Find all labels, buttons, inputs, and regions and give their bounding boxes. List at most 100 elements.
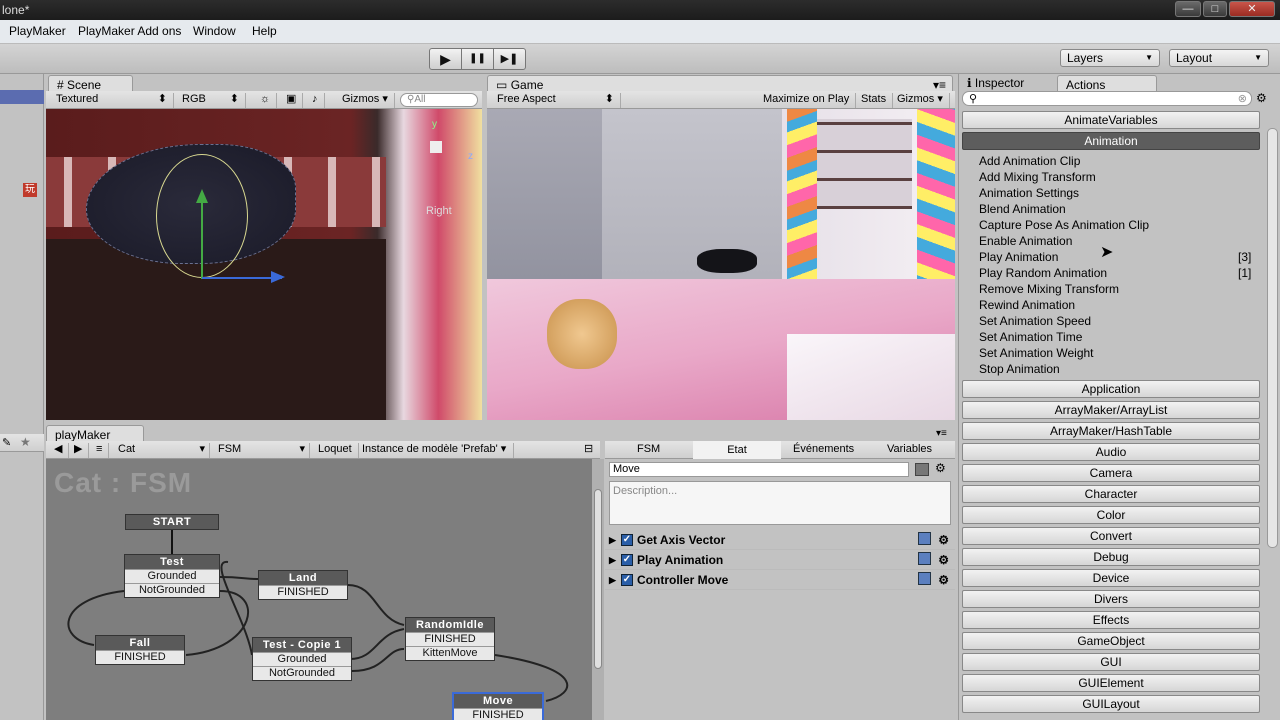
expand-triangle-icon[interactable]: ▶: [609, 550, 616, 570]
action-item[interactable]: Remove Mixing Transform: [979, 281, 1119, 297]
step-button[interactable]: ▶❚: [493, 48, 526, 70]
fsm-node-fall[interactable]: Fall FINISHED: [95, 635, 185, 665]
gear-icon[interactable]: ⚙: [938, 570, 949, 590]
play-button[interactable]: ▶: [429, 48, 462, 70]
description-field[interactable]: Description...: [609, 481, 951, 525]
light-toggle-icon[interactable]: ☼: [254, 93, 278, 108]
category-item[interactable]: Debug: [962, 548, 1260, 566]
category-item[interactable]: Device: [962, 569, 1260, 587]
action-item[interactable]: Add Mixing Transform: [979, 169, 1096, 185]
scene-search-input[interactable]: ⚲All: [400, 93, 478, 107]
category-item[interactable]: ArrayMaker/ArrayList: [962, 401, 1260, 419]
state-name-field[interactable]: Move: [609, 462, 909, 477]
category-item[interactable]: Camera: [962, 464, 1260, 482]
action-item[interactable]: Stop Animation: [979, 361, 1060, 377]
lock-toggle[interactable]: Loquet: [312, 443, 359, 458]
event-notgrounded[interactable]: NotGrounded: [125, 583, 219, 597]
event-grounded[interactable]: Grounded: [125, 569, 219, 583]
expand-triangle-icon[interactable]: ▶: [609, 570, 616, 590]
action-item[interactable]: Enable Animation: [979, 233, 1072, 249]
stats-toggle[interactable]: Stats: [855, 93, 894, 108]
category-item[interactable]: Effects: [962, 611, 1260, 629]
action-item[interactable]: Set Animation Time: [979, 329, 1082, 345]
forward-arrow-icon[interactable]: ▶: [68, 443, 90, 458]
back-arrow-icon[interactable]: ◀: [48, 443, 70, 458]
category-item[interactable]: Audio: [962, 443, 1260, 461]
prefab-dropdown[interactable]: Instance de modèle 'Prefab' ▾: [356, 443, 514, 458]
checkbox-icon[interactable]: ✓: [621, 554, 633, 566]
tab-variables[interactable]: Variables: [887, 443, 932, 455]
layout-dropdown[interactable]: Layout ▼: [1169, 49, 1269, 67]
maximize-on-play-toggle[interactable]: Maximize on Play: [757, 93, 857, 108]
menu-playmaker-addons[interactable]: PlayMaker Add ons: [78, 24, 181, 38]
arrow-right-icon[interactable]: [271, 271, 285, 283]
gear-icon[interactable]: ⚙: [938, 530, 949, 550]
action-item[interactable]: Animation Settings: [979, 185, 1079, 201]
category-item[interactable]: GUI: [962, 653, 1260, 671]
category-item[interactable]: GameObject: [962, 632, 1260, 650]
scrollbar-thumb[interactable]: [594, 489, 602, 669]
minimize-button[interactable]: —: [1175, 1, 1201, 17]
clear-search-icon[interactable]: ⊗: [1238, 92, 1247, 105]
help-book-icon[interactable]: [918, 552, 931, 565]
gizmo-x-axis[interactable]: [202, 277, 282, 279]
event-kittenmove[interactable]: KittenMove: [406, 646, 494, 660]
action-item[interactable]: Add Animation Clip: [979, 153, 1080, 169]
action-item[interactable]: Set Animation Weight: [979, 345, 1094, 361]
event-finished[interactable]: FINISHED: [96, 650, 184, 664]
fsm-node-test[interactable]: Test Grounded NotGrounded: [124, 554, 220, 598]
event-finished[interactable]: FINISHED: [259, 585, 347, 599]
panel-menu-icon[interactable]: ▾≡: [936, 428, 947, 439]
tab-game[interactable]: Game: [511, 78, 544, 92]
fsm-node-test-copie[interactable]: Test - Copie 1 Grounded NotGrounded: [252, 637, 352, 681]
gameobject-selector[interactable]: Cat ▾: [112, 443, 210, 458]
gear-icon[interactable]: ⚙: [938, 550, 949, 570]
category-animation[interactable]: Animation: [962, 132, 1260, 150]
aspect-dropdown[interactable]: Free Aspect ⬍: [491, 93, 621, 108]
category-item[interactable]: Character: [962, 485, 1260, 503]
action-row[interactable]: ▶ ✓ Get Axis Vector ⚙: [605, 530, 955, 550]
action-item[interactable]: Capture Pose As Animation Clip: [979, 217, 1149, 233]
event-finished[interactable]: FINISHED: [406, 632, 494, 646]
tab-fsm[interactable]: FSM: [637, 443, 660, 455]
action-item[interactable]: Rewind Animation: [979, 297, 1075, 313]
category-item[interactable]: GUIElement: [962, 674, 1260, 692]
tab-etat[interactable]: Etat: [693, 441, 781, 459]
gear-icon[interactable]: ⚙: [1256, 91, 1267, 105]
pause-button[interactable]: ❚❚: [461, 48, 494, 70]
star-icon[interactable]: ★: [20, 435, 31, 449]
audio-toggle-icon[interactable]: ♪: [306, 93, 325, 108]
category-item[interactable]: Application: [962, 380, 1260, 398]
axis-orientation-gizmo[interactable]: y z Right: [408, 119, 473, 217]
scene-view[interactable]: y z Right: [46, 109, 482, 420]
fsm-node-randomidle[interactable]: RandomIdle FINISHED KittenMove: [405, 617, 495, 661]
maximize-button[interactable]: □: [1203, 1, 1227, 17]
event-finished[interactable]: FINISHED: [454, 708, 542, 720]
checkbox-icon[interactable]: ✓: [621, 574, 633, 586]
action-item[interactable]: Set Animation Speed: [979, 313, 1091, 329]
action-item[interactable]: Blend Animation: [979, 201, 1066, 217]
action-row[interactable]: ▶ ✓ Controller Move ⚙: [605, 570, 955, 590]
hierarchy-row-selected[interactable]: [0, 90, 44, 104]
actions-search-input[interactable]: ⚲ ⊗: [962, 91, 1252, 106]
close-button[interactable]: ✕: [1229, 1, 1275, 17]
tab-evenements[interactable]: Événements: [793, 443, 854, 455]
render-mode-dropdown[interactable]: RGB ⬍: [176, 93, 246, 108]
panel-menu-icon[interactable]: ▾≡: [933, 78, 946, 92]
playmaker-icon[interactable]: 玩: [23, 183, 37, 197]
pencil-icon[interactable]: ✎: [2, 436, 11, 449]
gizmo-y-axis[interactable]: [201, 194, 203, 279]
checkbox-icon[interactable]: ✓: [621, 534, 633, 546]
menu-window[interactable]: Window: [193, 24, 236, 38]
category-item[interactable]: Divers: [962, 590, 1260, 608]
category-item[interactable]: GUILayout: [962, 695, 1260, 713]
game-gizmos-dropdown[interactable]: Gizmos ▾: [891, 93, 950, 108]
fsm-selector[interactable]: FSM ▾: [212, 443, 310, 458]
category-item[interactable]: Convert: [962, 527, 1260, 545]
shading-dropdown[interactable]: Textured ⬍: [50, 93, 174, 108]
menu-playmaker[interactable]: PlayMaker: [9, 24, 66, 38]
fsm-node-land[interactable]: Land FINISHED: [258, 570, 348, 600]
expand-triangle-icon[interactable]: ▶: [609, 530, 616, 550]
layers-dropdown[interactable]: Layers ▼: [1060, 49, 1160, 67]
list-menu-icon[interactable]: ≡: [90, 443, 110, 458]
